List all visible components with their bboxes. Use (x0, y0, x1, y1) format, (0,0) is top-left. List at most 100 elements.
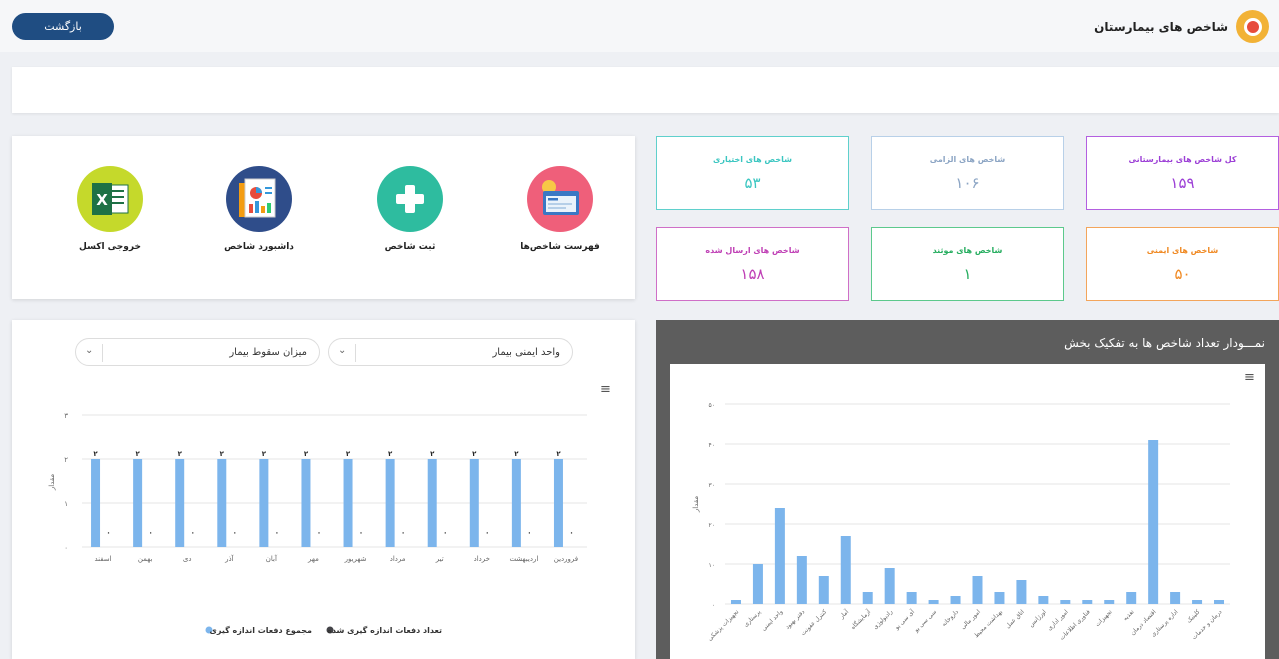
x-tick-label: تجهیزات پزشکی (706, 608, 740, 642)
action-excel-export[interactable]: X خروجی اکسل (55, 166, 165, 252)
department-bar (906, 592, 917, 604)
data-label: ۰ (443, 529, 447, 537)
department-bar (884, 568, 895, 604)
data-label: ۲ (178, 450, 183, 458)
y-tick-label: ۳ (64, 412, 68, 420)
department-bar (1214, 600, 1225, 604)
x-tick-label: واحد ایمنی (760, 608, 784, 632)
data-label: ۲ (220, 450, 225, 458)
bar-total-measurements (133, 459, 143, 547)
department-chart-panel: نمـــودار تعداد شاخص ها به تفکیک بخش ≡ ۰… (656, 320, 1279, 659)
department-bar (862, 592, 873, 604)
card-value: ۵۰ (1174, 264, 1191, 283)
card-title: شاخص های ارسال شده (705, 245, 800, 255)
page-title: شاخص های بیمارستان (1094, 19, 1228, 34)
card-total-indexes[interactable]: کل شاخص های بیمارستانی ۱۵۹ (1086, 136, 1279, 210)
data-label: ۰ (485, 529, 489, 537)
bar-total-measurements (427, 459, 437, 547)
x-tick-label: مرداد (390, 555, 406, 563)
x-tick-label: خرداد (474, 555, 490, 563)
department-bar (1060, 600, 1071, 604)
data-label: ۲ (472, 450, 477, 458)
y-axis-label: مقدار (692, 496, 700, 514)
monthly-chart-panel: واحد ایمنی بیمار ⌄ میزان سقوط بیمار ⌄ ≡ … (12, 320, 635, 659)
department-bar (730, 600, 741, 604)
x-tick-label: اتاق عمل (1004, 608, 1026, 630)
back-button[interactable]: بازگشت (12, 13, 114, 40)
monthly-bar-chart: ۰ ۱ ۲ ۳ مقدار ۲ ۰ اسفند ۲ ۰ بهمن ۲ ۰ دی ۲ ۰ آذر ۲ ۰ آبان ۲ ۰ م… (48, 412, 587, 635)
card-safety-indexes[interactable]: شاخص های ایمنی ۵۰ (1086, 227, 1279, 301)
card-sent-indexes[interactable]: شاخص های ارسال شده ۱۵۸ (656, 227, 849, 301)
data-label: ۰ (191, 529, 195, 537)
bar-total-measurements (91, 459, 101, 547)
y-tick-label: ۲۰ (709, 522, 715, 529)
x-tick-label: آذر (224, 554, 234, 563)
y-tick-label: ۴۰ (709, 442, 715, 449)
action-excel-export-label: خروجی اکسل (79, 242, 141, 252)
department-bar (972, 576, 983, 604)
x-tick-label: مهر (307, 555, 319, 563)
action-dashboard-label: داشبورد شاخص (224, 242, 294, 252)
data-label: ۰ (569, 529, 573, 537)
quick-actions-panel: فهرست شاخص‌ها ثبت شاخص د (12, 136, 635, 299)
card-effective-indexes[interactable]: شاخص های موثند ۱ (871, 227, 1064, 301)
header-title-group: شاخص های بیمارستان (1094, 10, 1269, 43)
action-dashboard[interactable]: داشبورد شاخص (204, 166, 314, 252)
department-bar-chart: ۰ ۱۰ ۲۰ ۳۰ ۴۰ ۵۰ مقدار تجهیزات پزشکی پرستاریواحد… (692, 402, 1230, 642)
chart-title: نمـــودار تعداد شاخص ها به تفکیک بخش (1064, 336, 1265, 350)
card-mandatory-indexes[interactable]: شاخص های الزامی ۱۰۶ (871, 136, 1064, 210)
department-bar (1082, 600, 1093, 604)
department-bar (928, 600, 939, 604)
x-tick-label: تغذیه (1122, 608, 1136, 622)
bar-total-measurements (385, 459, 395, 547)
x-tick-label: داروخانه (940, 608, 960, 628)
card-value: ۱۵۸ (740, 264, 765, 283)
data-label: ۰ (106, 529, 110, 537)
y-axis-label: مقدار (48, 474, 56, 492)
y-tick-label: ۰ (64, 544, 68, 552)
department-bar (950, 596, 961, 604)
y-tick-label: ۳۰ (709, 482, 715, 489)
index-list-icon (527, 166, 593, 232)
department-bar (796, 556, 807, 604)
x-tick-label: بهمن (138, 555, 153, 563)
x-tick-label: پرستاری (742, 608, 762, 628)
bar-total-measurements (511, 459, 521, 547)
data-label: ۲ (514, 450, 519, 458)
card-optional-indexes[interactable]: شاخص های اختیاری ۵۳ (656, 136, 849, 210)
action-add-index[interactable]: ثبت شاخص (355, 166, 465, 252)
department-bar (818, 576, 829, 604)
card-title: شاخص های موثند (932, 245, 1003, 255)
x-tick-label: آبان (266, 554, 278, 563)
bar-total-measurements (175, 459, 185, 547)
y-tick-label: ۱ (64, 500, 68, 508)
card-value: ۱ (963, 264, 972, 283)
filter-strip (12, 67, 1279, 113)
card-title: شاخص های الزامی (929, 154, 1006, 164)
data-label: ۰ (527, 529, 531, 537)
action-index-list-label: فهرست شاخص‌ها (520, 242, 600, 252)
card-title: کل شاخص های بیمارستانی (1128, 154, 1237, 164)
top-bar: بازگشت شاخص های بیمارستان (0, 0, 1279, 52)
data-label: ۲ (430, 450, 435, 458)
card-title: شاخص های ایمنی (1146, 245, 1219, 255)
department-bar (1038, 596, 1049, 604)
action-index-list[interactable]: فهرست شاخص‌ها (505, 166, 615, 252)
x-tick-label: فروردین (554, 555, 578, 563)
data-label: ۰ (148, 529, 152, 537)
department-bar (1104, 600, 1115, 604)
data-label: ۲ (135, 450, 140, 458)
data-label: ۰ (317, 529, 321, 537)
data-label: ۰ (233, 529, 237, 537)
dashboard-report-icon (226, 166, 292, 232)
x-tick-label: رادیولوژی (872, 608, 894, 630)
x-tick-label: اورژانس (1028, 608, 1048, 628)
department-bar (774, 508, 785, 604)
bar-total-measurements (469, 459, 479, 547)
department-bar (1192, 600, 1203, 604)
department-bar (840, 536, 851, 604)
data-label: ۲ (346, 450, 351, 458)
x-tick-label: آمار (836, 607, 850, 621)
action-add-index-label: ثبت شاخص (384, 242, 436, 252)
card-value: ۵۳ (744, 173, 761, 192)
